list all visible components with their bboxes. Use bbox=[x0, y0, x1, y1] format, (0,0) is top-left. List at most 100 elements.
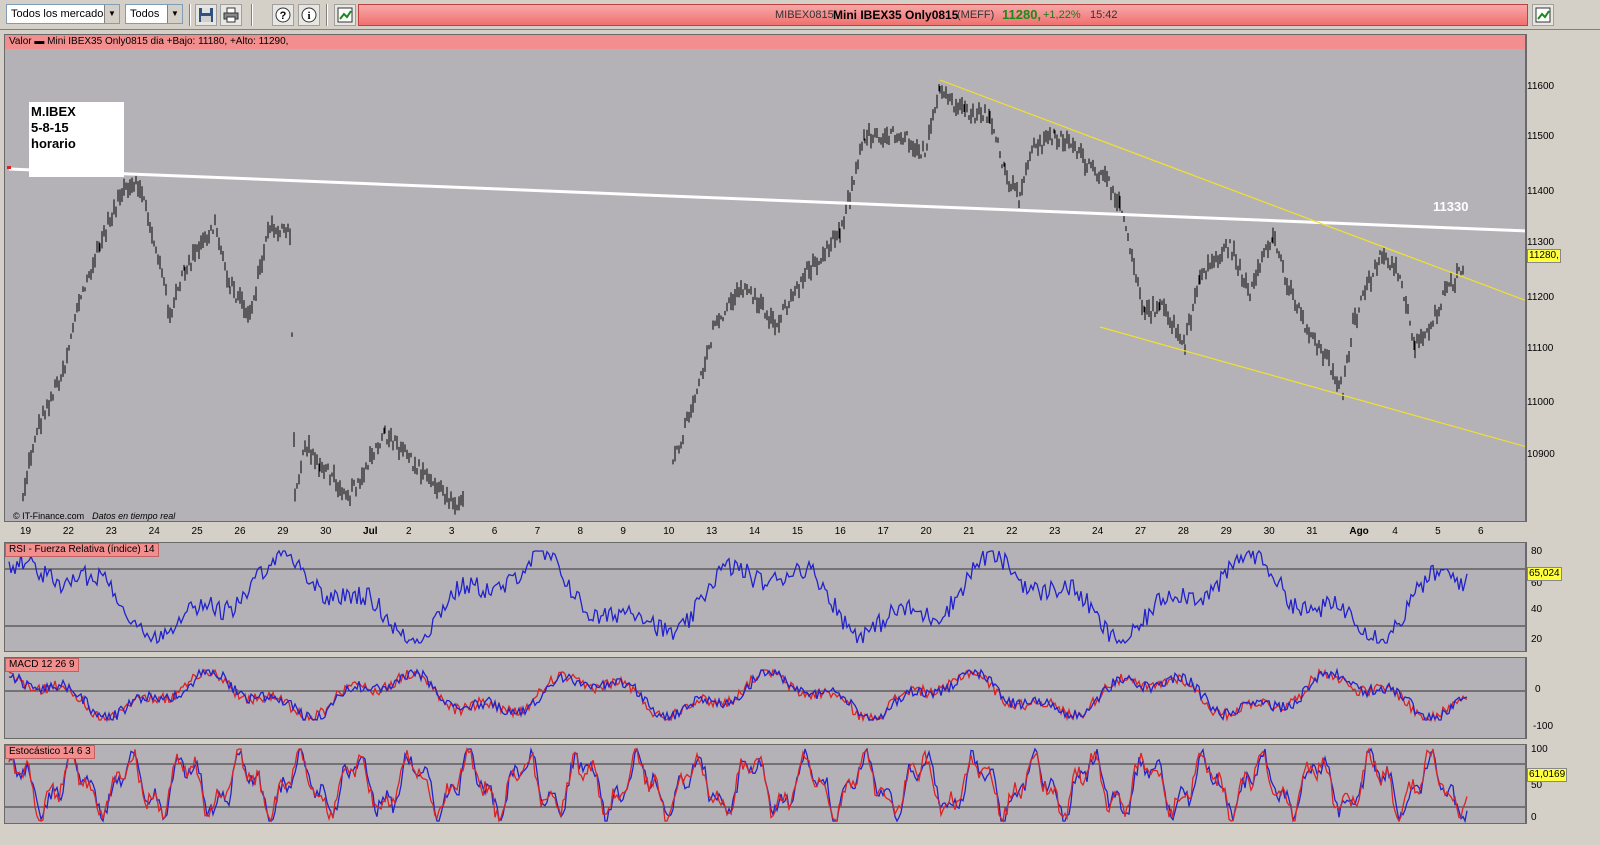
info-button[interactable]: i bbox=[298, 4, 320, 26]
quote-price: 11280, bbox=[1002, 7, 1042, 22]
quote-market: (MEFF) bbox=[957, 9, 995, 21]
chart-note: M.IBEX 5-8-15 horario bbox=[29, 102, 124, 177]
chart-button-right[interactable] bbox=[1532, 4, 1554, 26]
quote-change: +1,22% bbox=[1043, 9, 1081, 21]
note-line-3: horario bbox=[31, 136, 76, 151]
toolbar-separator bbox=[251, 4, 253, 26]
quote-bar: MIBEX0815 Mini IBEX35 Only0815 (MEFF) 11… bbox=[358, 4, 1528, 26]
y-tick: 11300 bbox=[1527, 237, 1555, 248]
x-tick-label: 29 bbox=[1220, 526, 1232, 537]
filter-select[interactable]: Todos ▼ bbox=[125, 4, 183, 24]
x-tick-label: 19 bbox=[20, 526, 32, 537]
save-icon bbox=[199, 8, 213, 22]
x-tick-label: 5 bbox=[1435, 526, 1441, 537]
x-tick-label: 29 bbox=[277, 526, 289, 537]
y-tick: 0 bbox=[1535, 684, 1541, 695]
toolbar: Todos los mercados ▼ Todos ▼ ? i MIBEX08… bbox=[0, 0, 1600, 30]
x-tick-label: 15 bbox=[791, 526, 803, 537]
y-tick: 11500 bbox=[1527, 131, 1555, 142]
x-tick-label: 30 bbox=[1263, 526, 1275, 537]
y-tick: 20 bbox=[1531, 634, 1543, 645]
x-tick-label: 6 bbox=[1478, 526, 1484, 537]
price-chart[interactable] bbox=[5, 35, 1526, 522]
stoch-title: Estocástico 14 6 3 bbox=[5, 745, 95, 759]
price-y-axis: 11600 11500 11400 11300 11200 11100 1100… bbox=[1526, 34, 1564, 522]
resistance-line bbox=[8, 167, 1525, 233]
svg-text:?: ? bbox=[280, 10, 287, 22]
market-select-value: Todos los mercados bbox=[11, 8, 109, 20]
help-icon: ? bbox=[275, 7, 291, 23]
x-tick-label: 30 bbox=[320, 526, 332, 537]
x-tick-label: 4 bbox=[1392, 526, 1398, 537]
x-tick-label: Jul bbox=[363, 526, 378, 537]
chart-button[interactable] bbox=[334, 4, 356, 26]
x-tick-label: 31 bbox=[1306, 526, 1318, 537]
macd-signal-line bbox=[8, 668, 1468, 723]
quote-symbol: MIBEX0815 bbox=[775, 9, 834, 21]
y-tick: 80 bbox=[1531, 546, 1543, 557]
x-tick-label: 6 bbox=[491, 526, 498, 537]
stoch-k-line bbox=[8, 747, 1468, 823]
y-tick: 40 bbox=[1531, 604, 1543, 615]
x-tick-label: 14 bbox=[749, 526, 761, 537]
info-icon: i bbox=[301, 7, 317, 23]
x-tick-label: 8 bbox=[577, 526, 584, 537]
stoch-chart[interactable] bbox=[5, 745, 1526, 824]
source-name: © IT-Finance.com bbox=[13, 511, 85, 521]
level-label: 11330 bbox=[1433, 199, 1469, 214]
x-tick-label: 24 bbox=[148, 526, 160, 537]
rsi-chart[interactable] bbox=[5, 543, 1526, 652]
y-tick: 10900 bbox=[1527, 449, 1555, 460]
market-select[interactable]: Todos los mercados ▼ bbox=[6, 4, 120, 24]
macd-chart[interactable] bbox=[5, 658, 1526, 739]
x-tick-label: 21 bbox=[963, 526, 975, 537]
rsi-line bbox=[8, 549, 1468, 645]
chevron-down-icon[interactable]: ▼ bbox=[167, 5, 182, 23]
macd-title: MACD 12 26 9 bbox=[5, 658, 79, 672]
y-tick: 100 bbox=[1531, 744, 1548, 755]
x-tick-label: 27 bbox=[1134, 526, 1147, 537]
print-button[interactable] bbox=[220, 4, 242, 26]
x-tick-label: 22 bbox=[62, 526, 74, 537]
print-icon bbox=[223, 7, 239, 23]
x-tick-label: 9 bbox=[620, 526, 626, 537]
stoch-panel[interactable]: Estocástico 14 6 3 bbox=[4, 744, 1526, 824]
rsi-last-badge: 65,024 bbox=[1527, 567, 1562, 581]
quote-name: Mini IBEX35 Only0815 bbox=[833, 8, 959, 22]
toolbar-separator bbox=[326, 4, 328, 26]
x-tick-label: 7 bbox=[534, 526, 541, 537]
help-button[interactable]: ? bbox=[272, 4, 294, 26]
rsi-y-axis: 80 60 40 20 65,024 bbox=[1526, 542, 1564, 652]
y-tick: 11100 bbox=[1527, 343, 1554, 354]
svg-text:i: i bbox=[307, 10, 310, 22]
x-tick-label: 28 bbox=[1177, 526, 1189, 537]
y-tick: -100 bbox=[1533, 721, 1554, 732]
quote-time: 15:42 bbox=[1090, 9, 1118, 21]
save-button[interactable] bbox=[195, 4, 217, 26]
y-tick: 11200 bbox=[1527, 292, 1555, 303]
last-price-badge: 11280, bbox=[1527, 249, 1561, 263]
rsi-panel[interactable]: RSI - Fuerza Relativa (índice) 14 bbox=[4, 542, 1526, 652]
trading-app: Todos los mercados ▼ Todos ▼ ? i MIBEX08… bbox=[0, 0, 1600, 845]
x-tick-label: 22 bbox=[1006, 526, 1018, 537]
x-tick-label: 13 bbox=[706, 526, 718, 537]
stoch-y-axis: 100 50 0 61,0169 bbox=[1526, 744, 1568, 824]
x-tick-label: 23 bbox=[105, 526, 117, 537]
resistance-anchor-marker bbox=[7, 166, 11, 169]
rsi-title: RSI - Fuerza Relativa (índice) 14 bbox=[5, 543, 159, 557]
y-tick: 11000 bbox=[1527, 397, 1555, 408]
x-tick-label: 23 bbox=[1049, 526, 1061, 537]
x-tick-label: Ago bbox=[1349, 526, 1369, 537]
toolbar-separator bbox=[189, 4, 191, 26]
y-tick: 11400 bbox=[1527, 186, 1555, 197]
x-tick-label: 10 bbox=[663, 526, 675, 537]
source-credit: © IT-Finance.com Datos en tiempo real bbox=[13, 511, 175, 521]
macd-panel[interactable]: MACD 12 26 9 bbox=[4, 657, 1526, 739]
chart-trend-icon bbox=[337, 7, 353, 23]
x-tick-label: 26 bbox=[234, 526, 246, 537]
price-panel[interactable]: Valor ▬ Mini IBEX35 Only0815 dia +Bajo: … bbox=[4, 34, 1526, 522]
note-line-2: 5-8-15 bbox=[31, 120, 69, 135]
chevron-down-icon[interactable]: ▼ bbox=[104, 5, 119, 23]
y-tick: 11600 bbox=[1527, 81, 1555, 92]
x-tick-label: 17 bbox=[877, 526, 889, 537]
